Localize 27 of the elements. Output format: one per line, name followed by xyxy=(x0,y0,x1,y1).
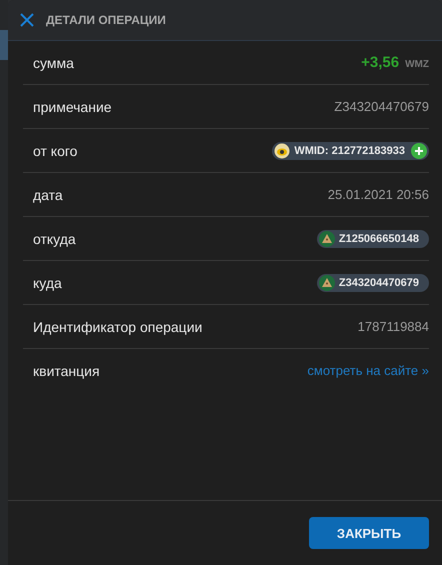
pyramid-icon xyxy=(318,274,335,290)
field-label: примечание xyxy=(33,98,112,114)
field-label: квитанция xyxy=(33,362,100,378)
field-label: от кого xyxy=(33,142,78,158)
field-value: 25.01.2021 20:56 xyxy=(328,187,429,202)
wmid-chip[interactable]: WMID: 212772183933 xyxy=(272,142,429,160)
purse-text: Z125066650148 xyxy=(338,232,420,244)
purse-chip[interactable]: Z343204470679 xyxy=(316,274,429,292)
purse-text: Z343204470679 xyxy=(338,276,420,288)
field-label: дата xyxy=(33,186,63,202)
currency-label: WMZ xyxy=(405,59,429,70)
field-value: 1787119884 xyxy=(358,319,429,334)
pyramid-icon xyxy=(318,230,335,246)
field-label: Идентификатор операции xyxy=(33,318,202,334)
receipt-link[interactable]: смотреть на сайте » xyxy=(307,363,429,378)
close-icon[interactable] xyxy=(20,13,34,27)
eye-icon xyxy=(274,142,290,158)
field-label: куда xyxy=(33,274,62,290)
plus-icon xyxy=(411,142,427,158)
field-label: сумма xyxy=(33,54,74,70)
amount-value: +3,56 xyxy=(361,54,400,71)
purse-chip[interactable]: Z125066650148 xyxy=(316,230,429,248)
close-button[interactable]: ЗАКРЫТЬ xyxy=(309,517,429,549)
wmid-text: WMID: 212772183933 xyxy=(294,144,406,156)
field-label: откуда xyxy=(33,230,76,246)
dialog-title: ДЕТАЛИ ОПЕРАЦИИ xyxy=(46,13,166,27)
field-value: Z343204470679 xyxy=(334,99,429,114)
